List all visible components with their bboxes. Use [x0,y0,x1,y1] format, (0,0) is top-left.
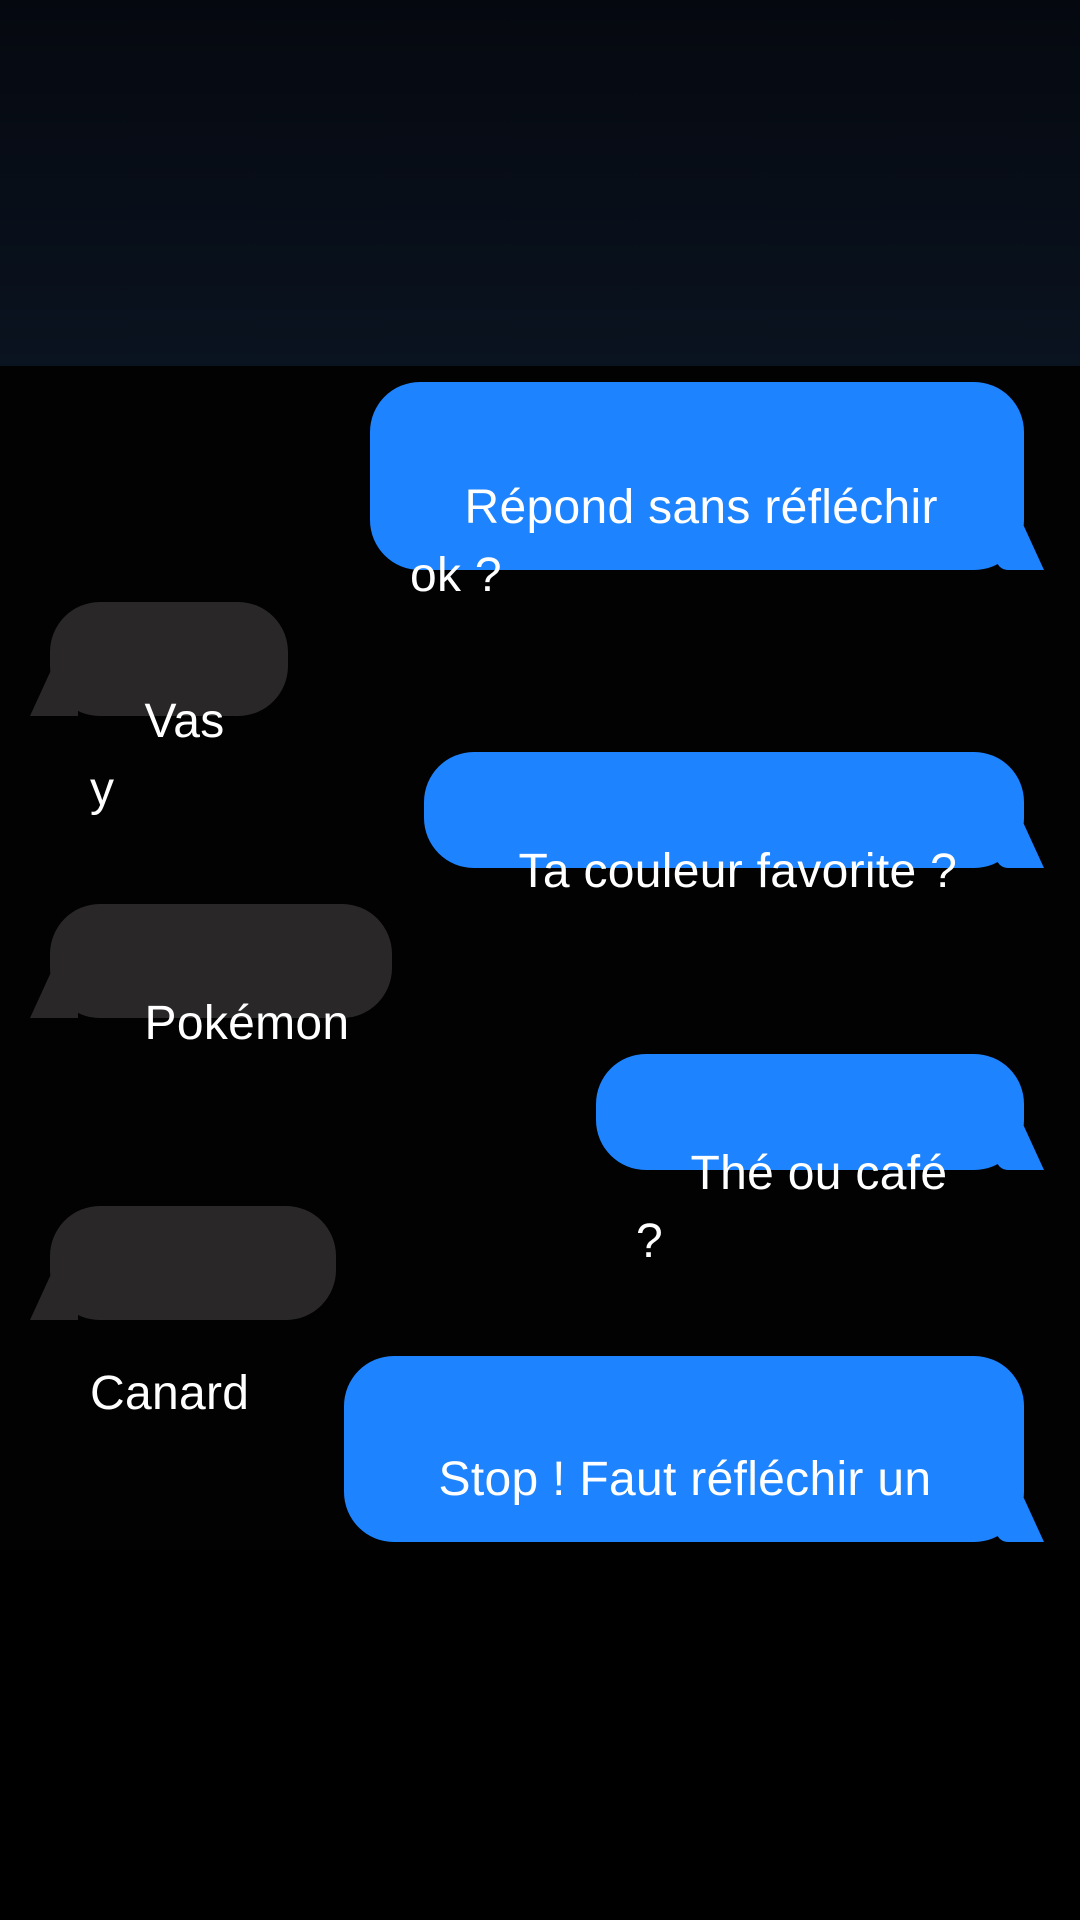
incoming-message-bubble[interactable]: Vas y [50,602,288,816]
outgoing-message-bubble[interactable]: Ta couleur favorite ? [424,752,1024,898]
top-blank-area [0,0,1080,366]
message-text: Répond sans réfléchir ok ? [410,481,938,602]
incoming-message-bubble[interactable]: Pokémon [50,904,392,1050]
message-text: Pokémon [144,997,350,1050]
message-text: Ta couleur favorite ? [518,845,958,898]
message-text: Canard [90,1367,250,1420]
outgoing-message-bubble[interactable]: Thé ou café ? [596,1054,1024,1268]
outgoing-message-bubble[interactable]: Répond sans réfléchir ok ? [370,382,1024,602]
message-text: Vas y [90,695,239,816]
message-thread[interactable]: Répond sans réfléchir ok ? Vas y Ta coul… [0,366,1080,1773]
outgoing-message-bubble[interactable]: Stop ! Faut réfléchir un peu quand même [344,1356,1024,1773]
bottom-blank-area [0,1550,1080,1920]
incoming-message-bubble[interactable]: Canard [50,1206,336,1420]
message-text: Thé ou café ? [636,1147,961,1268]
